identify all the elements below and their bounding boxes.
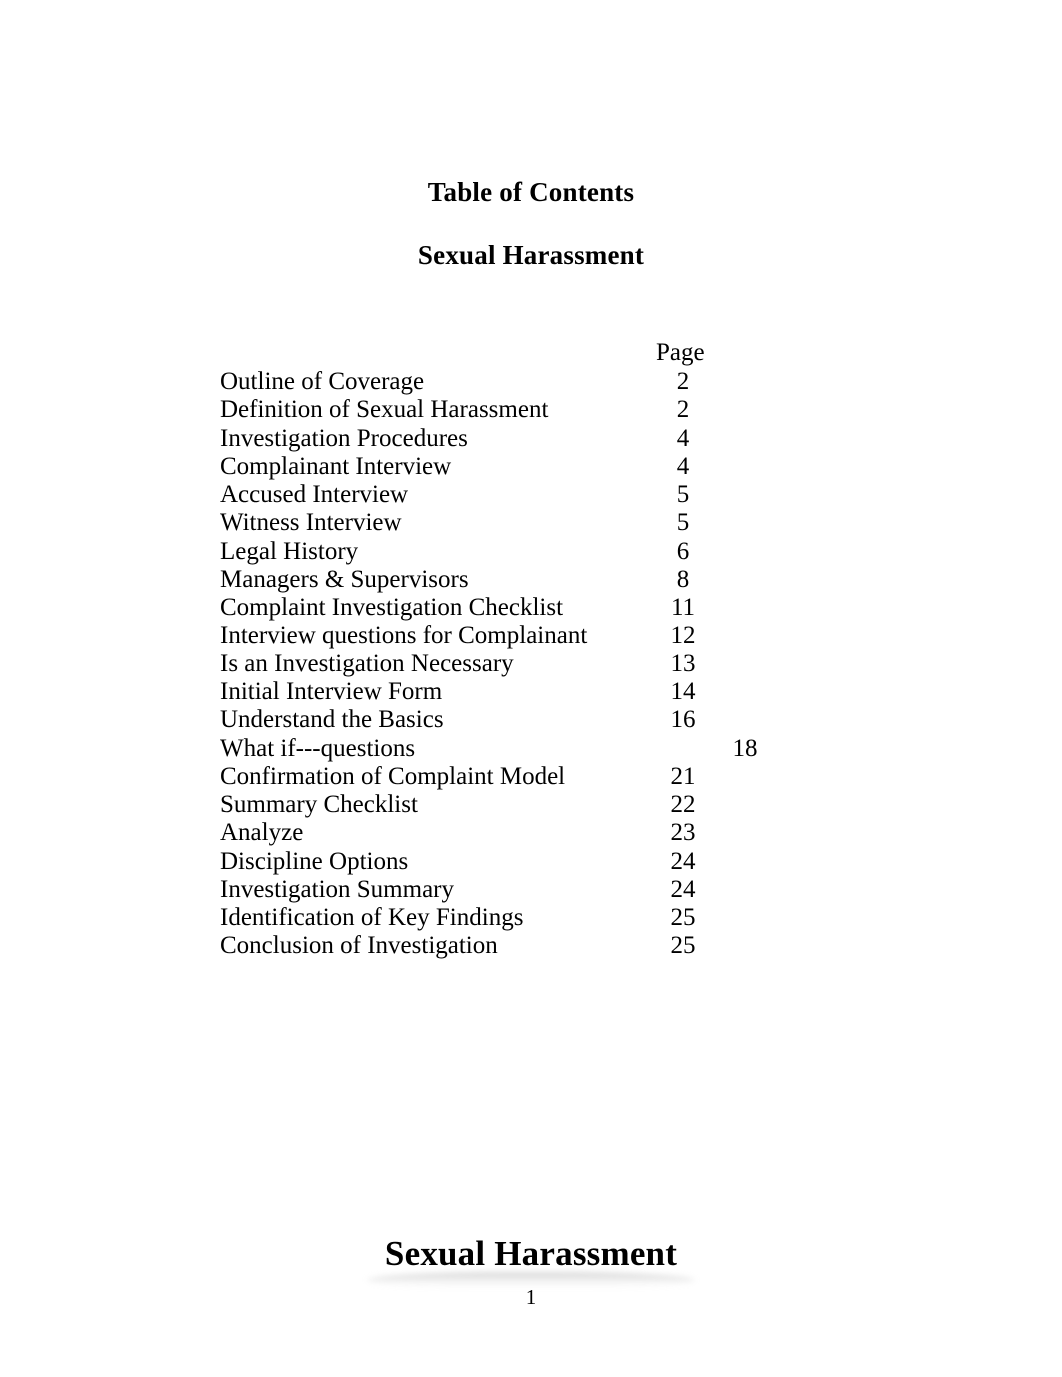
toc-entry-label: Legal History	[220, 538, 359, 565]
toc-entry[interactable]: Investigation Summary 24	[220, 876, 860, 904]
toc-entry-page-number: 4	[676, 425, 690, 452]
toc-entry[interactable]: Initial Interview Form 14	[220, 678, 860, 706]
toc-entry-label: What if---questions	[220, 735, 416, 762]
toc-entry-page-number: 25	[670, 932, 696, 959]
toc-entry-page-number: 23	[670, 819, 696, 846]
toc-entry-label: Complainant Interview	[220, 453, 452, 480]
toc-entry-label: Outline of Coverage	[220, 368, 425, 395]
toc-entry-label: Complaint Investigation Checklist	[220, 594, 564, 621]
toc-header-row: Page	[220, 338, 860, 368]
toc-entry[interactable]: Accused Interview 5	[220, 481, 860, 509]
toc-entry-page-number: 6	[676, 538, 690, 565]
toc-entry-label: Investigation Summary	[220, 876, 454, 903]
toc-entry-label: Analyze	[220, 819, 304, 846]
toc-entry-label: Conclusion of Investigation	[220, 932, 498, 959]
toc-entry-label: Witness Interview	[220, 509, 402, 536]
toc-entry-page-number: 14	[670, 678, 696, 705]
toc-entry-page-number: 5	[676, 481, 690, 508]
bottom-heading-container: Sexual Harassment	[0, 1234, 1062, 1288]
table-of-contents: Page Outline of Coverage 2 Definition of S…	[220, 338, 860, 960]
toc-entry-label: Definition of Sexual Harassment	[220, 396, 549, 423]
toc-entry-page-number: 18	[732, 735, 758, 762]
toc-entry-page-number: 13	[670, 650, 696, 677]
toc-entry[interactable]: Analyze 23	[220, 819, 860, 848]
document-page: Table of Contents Sexual Harassment Page…	[0, 0, 1062, 1377]
page-number-footer: 1	[525, 1285, 537, 1309]
toc-entry-page-number: 5	[676, 509, 690, 536]
toc-entry-label: Initial Interview Form	[220, 678, 443, 705]
toc-page-column-header: Page	[656, 339, 705, 366]
toc-entry-page-number: 8	[676, 566, 690, 593]
toc-entry-label: Summary Checklist	[220, 791, 418, 818]
toc-entry-page-number: 11	[670, 594, 696, 621]
toc-entry-page-number: 24	[670, 848, 696, 875]
toc-entry[interactable]: Definition of Sexual Harassment 2	[220, 396, 860, 425]
toc-entry-page-number: 24	[670, 876, 696, 903]
toc-entry-label: Confirmation of Complaint Model	[220, 763, 566, 790]
toc-entry-page-number: 12	[670, 622, 696, 649]
toc-entry[interactable]: Summary Checklist 22	[220, 791, 860, 819]
toc-entry[interactable]: Legal History 6	[220, 538, 860, 566]
document-subject-heading: Sexual Harassment	[417, 240, 645, 270]
toc-entry[interactable]: What if---questions 18	[220, 735, 860, 763]
toc-entry[interactable]: Identification of Key Findings 25	[220, 904, 860, 932]
toc-entry-page-number: 25	[670, 904, 696, 931]
toc-entry-label: Identification of Key Findings	[220, 904, 524, 931]
toc-entry[interactable]: Investigation Procedures 4	[220, 425, 860, 453]
toc-entry-page-number: 16	[670, 706, 696, 733]
toc-entry[interactable]: Discipline Options 24	[220, 848, 860, 876]
toc-entry[interactable]: Managers & Supervisors 8	[220, 566, 860, 594]
toc-entry-label: Managers & Supervisors	[220, 566, 469, 593]
toc-entry-label: Is an Investigation Necessary	[220, 650, 514, 677]
toc-entry[interactable]: Interview questions for Complainant 12	[220, 622, 860, 650]
toc-entry-page-number: 4	[676, 453, 690, 480]
toc-entry-page-number: 2	[676, 396, 690, 423]
toc-entry-label: Accused Interview	[220, 481, 409, 508]
toc-entry-label: Interview questions for Complainant	[220, 622, 588, 649]
toc-entry[interactable]: Confirmation of Complaint Model 21	[220, 763, 860, 791]
toc-entry[interactable]: Outline of Coverage 2	[220, 368, 860, 396]
toc-entry[interactable]: Understand the Basics 16	[220, 706, 860, 735]
toc-entry-page-number: 2	[676, 368, 690, 395]
toc-entry-page-number: 22	[670, 791, 696, 818]
toc-entry-label: Discipline Options	[220, 848, 409, 875]
toc-entry[interactable]: Complaint Investigation Checklist 11	[220, 594, 860, 622]
page-title: Table of Contents	[427, 177, 635, 207]
toc-entry[interactable]: Witness Interview 5	[220, 509, 860, 538]
bottom-section-heading: Sexual Harassment	[366, 1234, 696, 1288]
toc-entry-page-number: 21	[670, 763, 696, 790]
toc-entry[interactable]: Complainant Interview 4	[220, 453, 860, 481]
toc-entry[interactable]: Conclusion of Investigation 25	[220, 932, 860, 960]
toc-entry-label: Investigation Procedures	[220, 425, 468, 452]
toc-entry[interactable]: Is an Investigation Necessary 13	[220, 650, 860, 678]
toc-entry-label: Understand the Basics	[220, 706, 444, 733]
